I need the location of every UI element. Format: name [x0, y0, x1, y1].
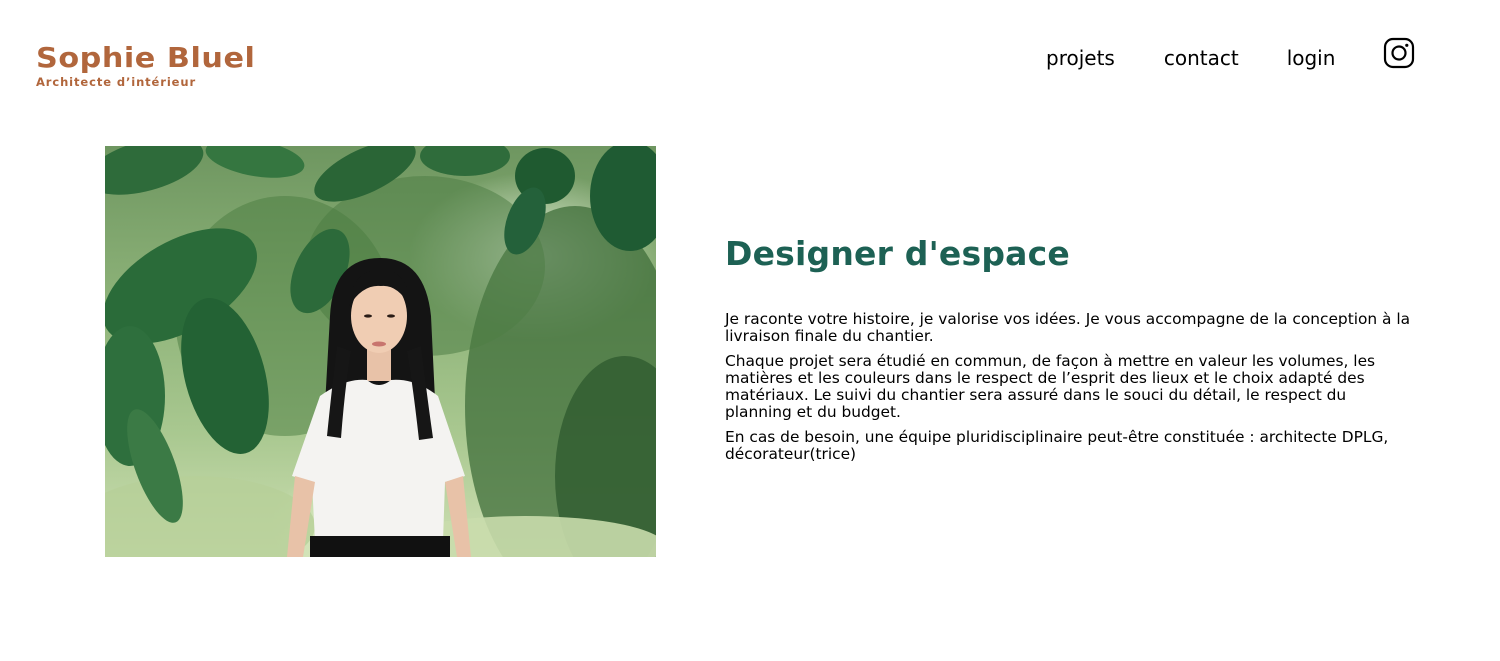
instagram-icon[interactable]	[1383, 37, 1415, 69]
brand-subtitle: Architecte d’intérieur	[36, 75, 197, 89]
paragraph: En cas de besoin, une équipe pluridiscip…	[725, 428, 1389, 463]
portrait-photo	[105, 146, 656, 557]
paragraph: Chaque projet sera étudié en commun, de …	[725, 352, 1376, 421]
nav-link-login[interactable]: login	[1287, 44, 1336, 72]
brand-name: Sophie Bluel	[36, 41, 256, 74]
nav-link-projets[interactable]: projets	[1046, 44, 1115, 72]
nav-link-contact[interactable]: contact	[1164, 44, 1239, 72]
main-nav: projets contact login	[1046, 37, 1415, 72]
portrait-illustration	[105, 146, 656, 557]
section-title: Designer d'espace	[725, 234, 1070, 273]
brand-logo[interactable]: Sophie Bluel Architecte d’intérieur	[36, 42, 255, 90]
page: Sophie Bluel Architecte d’intérieur proj…	[0, 0, 1500, 661]
paragraph-group: Je raconte votre histoire, je valorise v…	[725, 311, 1425, 463]
paragraph: Je raconte votre histoire, je valorise v…	[725, 310, 1411, 345]
introduction-text: Designer d'espace Je raconte votre histo…	[725, 234, 1425, 471]
